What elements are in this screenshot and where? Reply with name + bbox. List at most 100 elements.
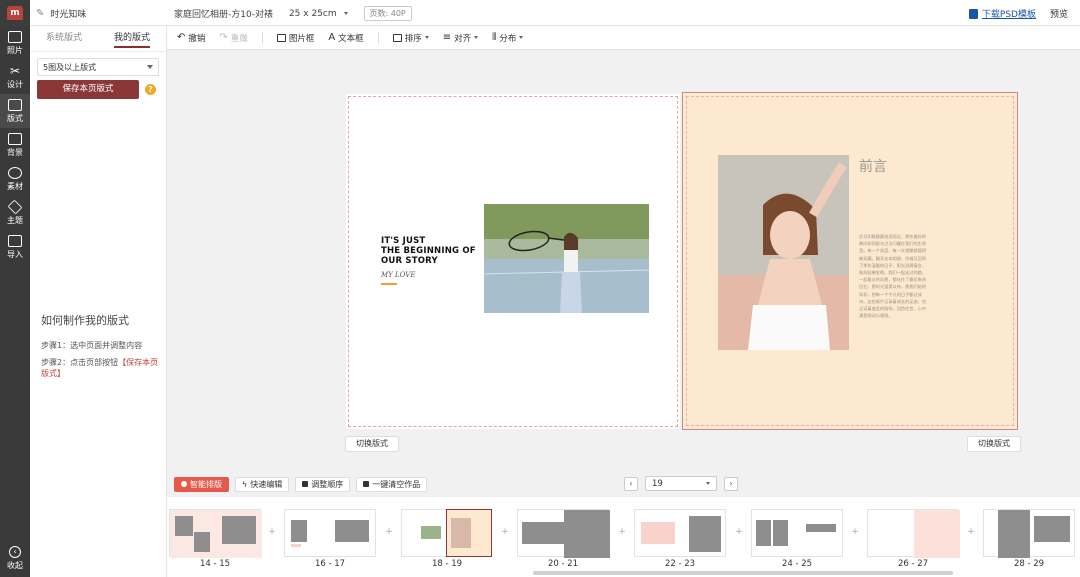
align-dropdown[interactable]: ≡ 对齐 [443,32,479,44]
switch-layout-right-button[interactable]: 切换版式 [967,436,1021,452]
thumbnail-spread[interactable] [634,509,726,557]
redo-label: 重做 [230,33,248,44]
edit-icon: ✎ [36,8,45,19]
add-page-icon[interactable]: + [385,528,393,537]
rail-item-photos[interactable]: 照片 [0,26,30,60]
help-icon[interactable]: ? [145,84,156,95]
thumbnail-scrollbar[interactable] [533,571,953,575]
edit-toolbar: ↶ 撤销 ↷ 重做 图片框 A 文本框 排序 ≡ 对齐 ⫴ 分布 [167,26,1080,50]
add-page-icon[interactable]: + [735,528,743,537]
thumbnail-spread[interactable] [867,509,960,558]
thumbnail-label: 20 - 21 [547,559,579,569]
preview-button[interactable]: 预览 [1050,7,1068,20]
right-page[interactable]: 前言 岁月如歌静静流淌而过，那些美好的瞬间如同星光点点闪耀在我们的生命里。每一个… [682,92,1018,430]
preface-title[interactable]: 前言 [859,156,887,176]
rail-item-theme[interactable]: 主题 [0,196,30,230]
add-page-icon[interactable]: + [851,528,859,537]
thumbnail-spread[interactable] [284,509,376,557]
download-psd-label: 下载PSD模板 [981,10,1036,20]
rail-item-background[interactable]: 背景 [0,128,30,162]
image-frame-icon [276,33,286,42]
preface-text[interactable]: 岁月如歌静静流淌而过，那些美好的瞬间如同星光点点闪耀在我们的生命里。每一个笑容、… [859,233,929,319]
howto-step-2-text: 步骤2：点击页部按钮 [41,358,119,367]
rail-label: 背景 [7,147,23,157]
redo-button[interactable]: ↷ 重做 [219,32,247,44]
left-rail: 照片 ✂ 设计 版式 背景 素材 主题 导入 ‹ 收起 [0,26,30,577]
arrange-icon [392,33,402,42]
distribute-dropdown[interactable]: ⫴ 分布 [492,32,524,44]
howto-title: 如何制作我的版式 [41,314,129,327]
thumb-photo [222,516,256,544]
layers-icon [7,199,23,214]
thumb-bg [914,510,960,558]
thumbnail-label: 28 - 29 [1013,559,1045,569]
thumb-left-page [401,509,447,557]
tab-my-layouts[interactable]: 我的版式 [98,26,166,51]
rail-item-design[interactable]: ✂ 设计 [0,60,30,94]
story-title[interactable]: IT'S JUST THE BEGINNING OF OUR STORY [381,236,476,266]
switch-layout-left-button[interactable]: 切换版式 [345,436,399,452]
next-page-button[interactable]: › [724,476,738,491]
arrange-dropdown[interactable]: 排序 [392,32,429,44]
rail-item-layout[interactable]: 版式 [0,94,30,128]
smart-layout-button[interactable]: 智能排版 [174,476,229,492]
thumb-photo [421,526,441,539]
save-layout-button[interactable]: 保存本页版式 [37,80,139,99]
add-page-icon[interactable]: + [618,528,626,537]
text-frame-label: 文本框 [338,33,364,44]
thumb-photo [451,518,471,548]
chevron-down-icon [706,482,710,485]
add-page-icon[interactable]: + [268,528,276,537]
tab-system-layouts[interactable]: 系统版式 [30,26,98,51]
app-logo[interactable]: m [0,0,30,26]
layout-filter-select[interactable]: 5图及以上版式 [37,58,159,76]
left-page[interactable]: IT'S JUST THE BEGINNING OF OUR STORY MY … [346,94,680,429]
undo-button[interactable]: ↶ 撤销 [177,32,205,44]
text-frame-button[interactable]: A 文本框 [328,32,363,44]
photo-tennis-girl[interactable] [484,204,649,313]
size-select[interactable]: 25 x 25cm [289,9,348,19]
story-title-line: THE BEGINNING OF [381,246,476,256]
photo-icon [8,30,22,43]
quick-edit-label: 快速编辑 [250,479,283,489]
thumbnail-spread[interactable] [983,509,1075,558]
chevron-left-icon: ‹ [9,546,21,558]
thumb-photo [335,520,369,542]
thumbnail-spread-selected[interactable] [401,509,493,557]
undo-icon: ↶ [177,31,186,43]
thumbnail-spread[interactable] [169,509,262,558]
undo-label: 撤销 [188,33,206,44]
bottom-bar: 智能排版 ϟ 快速编辑 调整顺序 一键清空作品 ‹ 19 › [167,472,1080,496]
add-page-icon[interactable]: + [501,528,509,537]
page-navigator: ‹ 19 › [624,476,738,491]
chevron-down-icon [424,36,429,39]
prev-page-button[interactable]: ‹ [624,476,638,491]
page-select[interactable]: 19 [645,476,717,491]
thumb-photo [291,520,307,542]
thumbnail-label: 26 - 27 [897,559,929,569]
clear-work-button[interactable]: 一键清空作品 [356,476,428,492]
rail-item-material[interactable]: 素材 [0,162,30,196]
quick-edit-button[interactable]: ϟ 快速编辑 [235,476,290,492]
thumbnail-spread[interactable] [517,509,610,558]
collapse-button[interactable]: ‹ 收起 [0,546,30,571]
project-name[interactable]: ✎ 时光知味 [36,7,86,20]
thumb-photo [1034,516,1070,542]
redo-icon: ↷ [219,31,228,43]
download-psd-link[interactable]: 下载PSD模板 [968,7,1036,20]
document-info: 家庭回忆相册-方10-对裱 25 x 25cm 页数: 40P [174,6,412,21]
thumb-photo [641,522,675,544]
howto-step-2: 步骤2：点击页部按钮【保存本页版式】 [41,357,161,379]
layout-panel: 系统版式 我的版式 5图及以上版式 保存本页版式 ? 如何制作我的版式 步骤1：… [30,26,167,577]
thumb-photo [522,522,564,544]
rail-label: 导入 [7,249,23,259]
thumb-photo [756,520,771,546]
text-icon: A [328,31,336,43]
add-page-icon[interactable]: + [967,528,975,537]
rail-item-import[interactable]: 导入 [0,230,30,264]
story-subtitle[interactable]: MY LOVE [381,271,415,279]
reorder-button[interactable]: 调整顺序 [295,476,351,492]
thumbnail-spread[interactable] [751,509,843,557]
photo-portrait-girl[interactable] [718,155,849,350]
image-frame-button[interactable]: 图片框 [276,32,314,44]
